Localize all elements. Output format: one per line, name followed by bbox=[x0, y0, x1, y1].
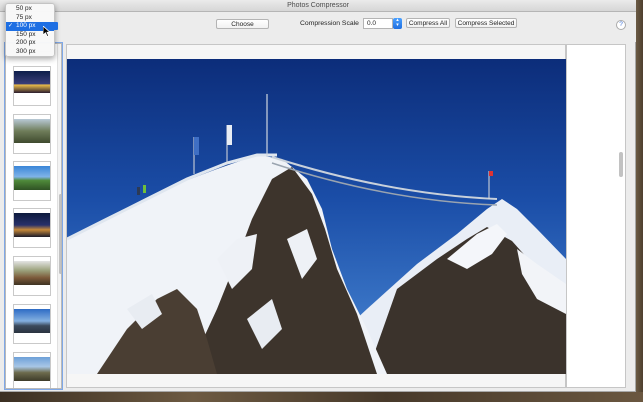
compress-all-button[interactable]: Compress All bbox=[406, 18, 450, 28]
thumbnail-image bbox=[14, 309, 50, 333]
title-bar[interactable]: Photos Compressor bbox=[0, 0, 636, 12]
desktop-edge bbox=[636, 0, 643, 402]
thumbnail-item[interactable] bbox=[13, 114, 51, 154]
help-icon[interactable]: ? bbox=[616, 20, 626, 30]
app-window: Photos Compressor Choose Compression Sca… bbox=[0, 0, 636, 392]
compression-scale-field[interactable]: 0.0 bbox=[363, 18, 393, 29]
details-scrollbar-thumb[interactable] bbox=[619, 152, 623, 177]
thumbnail-list[interactable] bbox=[4, 42, 63, 390]
flag-shape bbox=[489, 171, 493, 176]
thumbnail-item[interactable] bbox=[13, 304, 51, 344]
thumbnail-item[interactable] bbox=[13, 66, 51, 106]
compression-scale-label: Compression Scale bbox=[300, 20, 359, 27]
thumbnail-item[interactable] bbox=[13, 352, 51, 388]
image-viewer[interactable] bbox=[66, 44, 566, 388]
menu-item-50px[interactable]: 50 px bbox=[6, 5, 54, 14]
thumbnail-image bbox=[14, 71, 50, 93]
compress-selected-button[interactable]: Compress Selected bbox=[455, 18, 517, 28]
check-icon: ✓ bbox=[8, 23, 14, 29]
menu-item-200px[interactable]: 200 px bbox=[6, 39, 54, 48]
menu-item-300px[interactable]: 300 px bbox=[6, 48, 54, 57]
thumbnail-image bbox=[14, 213, 50, 237]
flag-shape bbox=[227, 125, 232, 145]
thumbnail-image bbox=[14, 119, 50, 143]
preview-photo bbox=[67, 59, 566, 374]
menu-item-75px[interactable]: 75 px bbox=[6, 14, 54, 23]
thumbnail-image bbox=[14, 166, 50, 190]
menu-item-label: 100 px bbox=[16, 22, 36, 29]
thumbnail-image bbox=[14, 261, 50, 285]
cursor-icon bbox=[43, 26, 51, 37]
mountain-bridge-image bbox=[67, 94, 566, 374]
window-title: Photos Compressor bbox=[287, 2, 349, 9]
thumbnail-scrollbar[interactable] bbox=[57, 44, 61, 388]
stepper-icon[interactable]: ▴ ▾ bbox=[393, 18, 402, 29]
thumbnail-image bbox=[14, 357, 50, 381]
popup-arrow-icon[interactable] bbox=[52, 22, 58, 30]
thumbnail-scrollbar-thumb[interactable] bbox=[59, 194, 61, 274]
choose-button[interactable]: Choose bbox=[216, 19, 269, 29]
thumbnail-item[interactable] bbox=[13, 256, 51, 296]
desktop-dock-strip bbox=[0, 392, 643, 402]
flag-shape bbox=[194, 137, 199, 155]
thumbnail-item[interactable] bbox=[13, 208, 51, 248]
details-panel bbox=[566, 44, 626, 388]
toolbar: Choose Compression Scale 0.0 ▴ ▾ Compress… bbox=[0, 12, 636, 42]
thumbnail-item[interactable] bbox=[13, 161, 51, 201]
